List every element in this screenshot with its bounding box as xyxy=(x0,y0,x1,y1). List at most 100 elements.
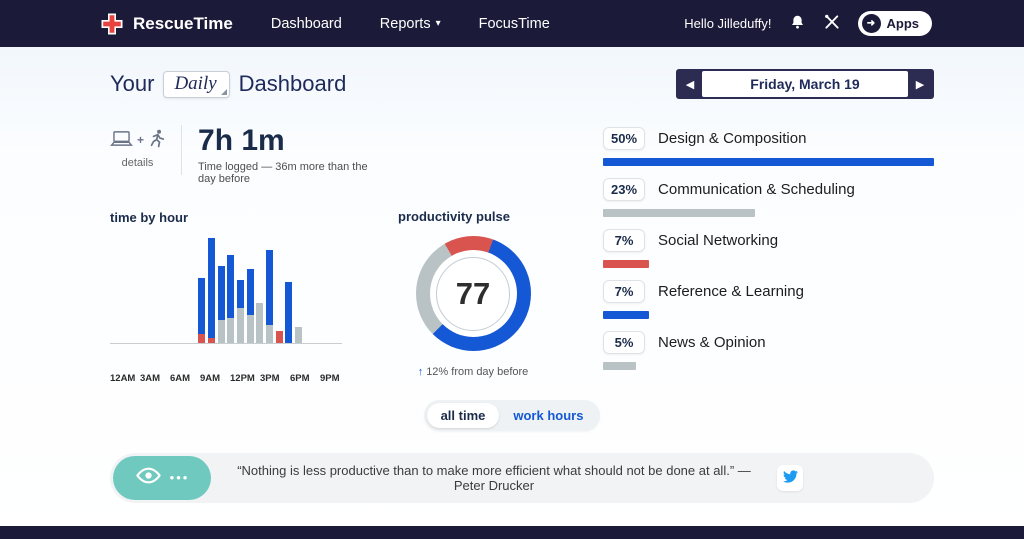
category-percent-badge: 5% xyxy=(603,331,645,354)
category-row: 5% News & Opinion xyxy=(603,331,934,370)
category-bar xyxy=(603,311,650,319)
main-nav: Dashboard Reports ▾ FocusTime xyxy=(233,16,550,32)
pulse-footnote: ↑ 12% from day before xyxy=(398,366,548,378)
hour-bar[interactable] xyxy=(227,254,235,343)
period-select[interactable]: Daily xyxy=(163,70,230,98)
category-bar xyxy=(603,260,650,268)
category-percent-badge: 7% xyxy=(603,280,645,303)
quote-text: “Nothing is less productive than to make… xyxy=(237,462,751,493)
hour-bar[interactable] xyxy=(217,265,225,343)
hour-axis-tick: 3AM xyxy=(140,372,161,384)
productivity-pulse-label: productivity pulse xyxy=(398,209,510,224)
arrow-right-icon: ▶ xyxy=(915,78,925,91)
first-aid-cross-icon xyxy=(100,12,124,36)
category-bar xyxy=(603,158,934,166)
next-day-button[interactable]: ▶ xyxy=(908,71,932,97)
laptop-icon xyxy=(110,130,133,150)
category-row: 7% Social Networking xyxy=(603,229,934,268)
hour-bar[interactable] xyxy=(198,277,206,343)
arrow-left-icon: ◀ xyxy=(685,78,695,91)
hour-axis-tick: 9PM xyxy=(320,372,340,384)
nav-dashboard[interactable]: Dashboard xyxy=(271,16,342,32)
hour-axis-tick: 9AM xyxy=(200,372,221,384)
hour-axis-tick: 6PM xyxy=(290,372,310,384)
top-right-group: Hello Jilleduffy! ➜ Apps xyxy=(684,11,932,36)
devices-row: + xyxy=(110,129,165,151)
hour-bar[interactable] xyxy=(208,237,216,343)
category-bar xyxy=(603,209,756,217)
eye-icon xyxy=(135,466,162,490)
toggle-wrap: all time work hours xyxy=(0,399,1024,431)
category-row: 23% Communication & Scheduling xyxy=(603,178,934,217)
category-label[interactable]: Design & Composition xyxy=(658,130,806,147)
title-row: Your Daily Dashboard ◀ Friday, March 19 … xyxy=(0,47,1024,99)
runner-icon xyxy=(148,129,165,151)
time-toggle: all time work hours xyxy=(423,399,601,431)
pulse-donut[interactable]: 77 xyxy=(415,236,531,351)
time-by-hour-label: time by hour xyxy=(110,209,189,225)
category-row: 7% Reference & Learning xyxy=(603,280,934,319)
time-logged-value: 7h 1m xyxy=(198,124,285,157)
hour-bar[interactable] xyxy=(285,281,293,343)
apps-button[interactable]: ➜ Apps xyxy=(857,11,932,36)
hour-bar[interactable] xyxy=(237,279,245,343)
nav-reports[interactable]: Reports ▾ xyxy=(380,16,441,32)
quote-bar: ••• “Nothing is less productive than to … xyxy=(110,452,934,503)
pulse-donut-inner: 77 xyxy=(429,250,517,337)
hour-bar[interactable] xyxy=(266,249,274,343)
hour-bars xyxy=(110,237,342,344)
top-nav-bar: RescueTime Dashboard Reports ▾ FocusTime… xyxy=(0,0,1024,47)
previous-day-button[interactable]: ◀ xyxy=(678,71,702,97)
category-list: 50% Design & Composition 23% Communication … xyxy=(603,125,934,384)
toggle-all-time[interactable]: all time xyxy=(426,402,500,428)
category-label[interactable]: Reference & Learning xyxy=(658,283,804,300)
bell-icon xyxy=(789,14,806,34)
user-greeting: Hello Jilleduffy! xyxy=(684,16,772,31)
page-title: Your Daily Dashboard xyxy=(110,70,347,98)
ellipsis-icon: ••• xyxy=(169,470,190,485)
twitter-icon xyxy=(782,469,798,486)
quote-eye-button[interactable]: ••• xyxy=(113,455,211,500)
hour-bar[interactable] xyxy=(246,268,254,343)
hour-bar[interactable] xyxy=(275,330,283,343)
category-label[interactable]: Communication & Scheduling xyxy=(658,181,855,198)
pulse-score: 77 xyxy=(436,256,510,331)
footer-bar xyxy=(0,526,1024,539)
hour-axis-tick: 12AM xyxy=(110,372,136,384)
title-prefix: Your xyxy=(110,71,155,96)
nav-focustime[interactable]: FocusTime xyxy=(479,16,550,32)
category-row: 50% Design & Composition xyxy=(603,127,934,166)
time-logged-summary: + details 7h 1m Time logged — 36m more t… xyxy=(110,125,372,185)
category-percent-badge: 7% xyxy=(603,229,645,252)
productivity-pulse-column: productivity pulse 77 ↑ 12% from day befo… xyxy=(398,125,548,384)
category-percent-badge: 23% xyxy=(603,178,646,201)
apps-launch-icon: ➜ xyxy=(861,14,881,33)
hour-axis: 12AM 3AM 6AM 9AM 12PM 3PM 6PM 9PM xyxy=(110,373,350,384)
time-logged-text: 7h 1m Time logged — 36m more than the da… xyxy=(182,125,372,185)
notifications-bell-button[interactable] xyxy=(789,14,806,34)
category-percent-badge: 50% xyxy=(603,127,646,150)
hour-axis-tick: 12PM xyxy=(230,372,255,384)
time-logged-subtitle: Time logged — 36m more than the day befo… xyxy=(198,160,368,185)
title-suffix: Dashboard xyxy=(238,71,347,96)
details-link[interactable]: details xyxy=(122,157,154,169)
tools-icon xyxy=(823,13,841,34)
category-label[interactable]: Social Networking xyxy=(658,232,778,249)
category-label[interactable]: News & Opinion xyxy=(658,334,766,351)
dashboard-main: + details 7h 1m Time logged — 36m more t… xyxy=(0,99,1024,384)
device-icons-block: + details xyxy=(110,125,183,175)
hour-bar[interactable] xyxy=(256,302,264,343)
chevron-down-icon: ▾ xyxy=(435,18,441,29)
current-date-label: Friday, March 19 xyxy=(702,71,908,97)
tweet-quote-button[interactable] xyxy=(777,464,803,491)
tools-button[interactable] xyxy=(823,13,841,34)
hour-bar[interactable] xyxy=(295,326,303,343)
toggle-work-hours[interactable]: work hours xyxy=(499,403,597,428)
pulse-change-text: 12% from day before xyxy=(426,366,529,378)
plus-icon: + xyxy=(137,133,145,147)
category-bar xyxy=(603,362,637,370)
time-by-hour-chart: time by hour 12AM 3AM 6AM 9AM 12PM 3PM 6PM 9PM xyxy=(110,210,372,384)
rescuetime-logo[interactable]: RescueTime xyxy=(100,12,233,36)
hour-axis-tick: 3PM xyxy=(260,372,280,384)
time-logged-column: + details 7h 1m Time logged — 36m more t… xyxy=(110,125,372,384)
